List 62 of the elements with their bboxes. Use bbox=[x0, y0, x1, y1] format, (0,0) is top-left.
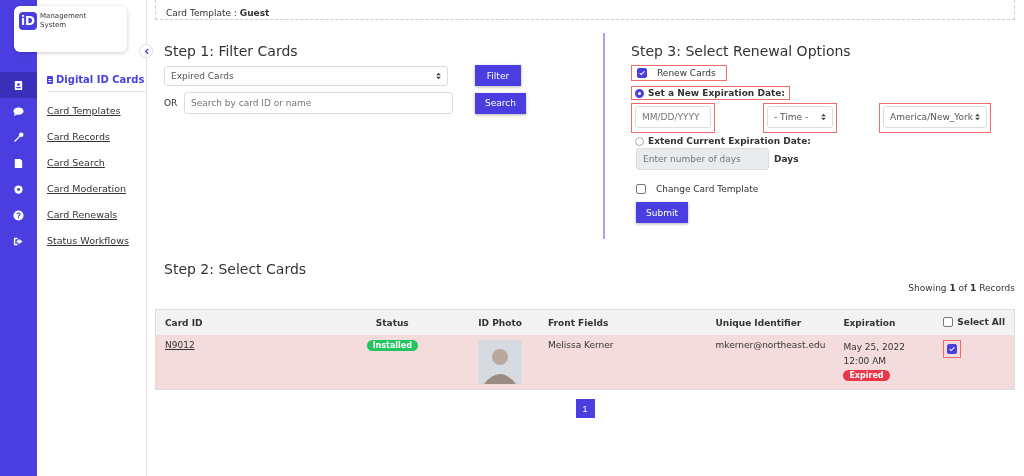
select-all-checkbox[interactable] bbox=[943, 316, 954, 327]
template-label: Card Template : Guest bbox=[166, 7, 270, 19]
checkbox-label: Change Card Template bbox=[656, 184, 759, 194]
settings-icon bbox=[13, 183, 24, 195]
card-id-link[interactable]: N9012 bbox=[165, 340, 195, 350]
column-header: Expiration bbox=[843, 317, 896, 328]
id-card-icon bbox=[13, 79, 24, 91]
id-card-nav-item[interactable] bbox=[0, 72, 37, 98]
or-label: OR bbox=[164, 98, 179, 108]
section-heading: Step 1: Filter Cards bbox=[164, 43, 299, 59]
id-card-icon bbox=[47, 75, 53, 84]
radio-label: Set a New Expiration Date: bbox=[648, 88, 785, 98]
submit-button[interactable]: Submit bbox=[636, 202, 688, 223]
chevron-left-icon bbox=[143, 47, 149, 55]
sidebar-heading: Digital ID Cards bbox=[56, 74, 145, 85]
sidebar-link[interactable]: Card Renewals bbox=[47, 202, 146, 228]
radio-button[interactable] bbox=[635, 136, 644, 146]
radio-button[interactable] bbox=[635, 88, 644, 98]
search-field[interactable]: Search by card ID or name bbox=[184, 92, 453, 114]
table-cell: Melissa Kerner bbox=[548, 340, 614, 350]
expired-badge: Expired bbox=[843, 370, 890, 381]
logo-mark: iD bbox=[19, 12, 38, 30]
column-header: Select All bbox=[957, 316, 1005, 327]
logout-icon bbox=[13, 235, 24, 247]
row-checkbox[interactable] bbox=[947, 344, 958, 354]
help-icon bbox=[13, 209, 24, 221]
column-header: ID Photo bbox=[478, 317, 522, 328]
table-cell: mkerner@northeast.edu bbox=[715, 340, 826, 350]
column-header: Status bbox=[375, 317, 409, 328]
sidebar-link[interactable]: Card Search bbox=[47, 150, 146, 176]
filter-button[interactable]: Filter bbox=[475, 65, 521, 86]
filter-select[interactable]: Expired Cards bbox=[164, 65, 448, 86]
collapse-button[interactable] bbox=[139, 44, 153, 58]
checkbox[interactable] bbox=[637, 68, 647, 78]
status-badge: Installed bbox=[366, 340, 418, 351]
time-select[interactable]: - Time - bbox=[763, 103, 837, 133]
column-header: Card ID bbox=[165, 317, 203, 328]
sort-caret-icon bbox=[436, 71, 441, 80]
expiration-date: May 25, 2022 12:00 AM bbox=[843, 342, 905, 366]
date-field[interactable]: MM/DD/YYYY bbox=[631, 103, 715, 133]
column-header: Front Fields bbox=[548, 317, 609, 328]
photo-placeholder bbox=[478, 340, 523, 384]
section-heading: Step 3: Select Renewal Options bbox=[631, 43, 852, 59]
sort-caret-icon bbox=[975, 113, 980, 121]
search-button[interactable]: Search bbox=[475, 92, 526, 114]
record-count: Showing 1 of 1 Records bbox=[908, 283, 1015, 293]
checkbox[interactable] bbox=[636, 184, 646, 194]
timezone-select[interactable]: America/New_York bbox=[879, 103, 991, 133]
sidebar-link[interactable]: Card Records bbox=[47, 124, 146, 150]
column-header: Unique Identifier bbox=[715, 317, 802, 328]
sidebar-link[interactable]: Card Templates bbox=[47, 98, 146, 124]
page-button[interactable]: 1 bbox=[575, 399, 595, 418]
table-row[interactable]: N9012 Installed Melissa Kerner mkerner@northeast.edu May 25, 2022 12:00 AM Expired bbox=[155, 335, 1015, 390]
sidebar-link[interactable]: Status Workflows bbox=[47, 228, 146, 254]
chat-icon bbox=[13, 105, 24, 117]
section-heading: Step 2: Select Cards bbox=[163, 261, 308, 277]
radio-label: Extend Current Expiration Date: bbox=[648, 136, 811, 146]
sort-caret-icon bbox=[821, 113, 826, 121]
days-label: Days bbox=[774, 154, 799, 164]
document-icon bbox=[13, 157, 24, 169]
checkbox-label: Renew Cards bbox=[657, 68, 716, 78]
sidebar-link[interactable]: Card Moderation bbox=[47, 176, 146, 202]
